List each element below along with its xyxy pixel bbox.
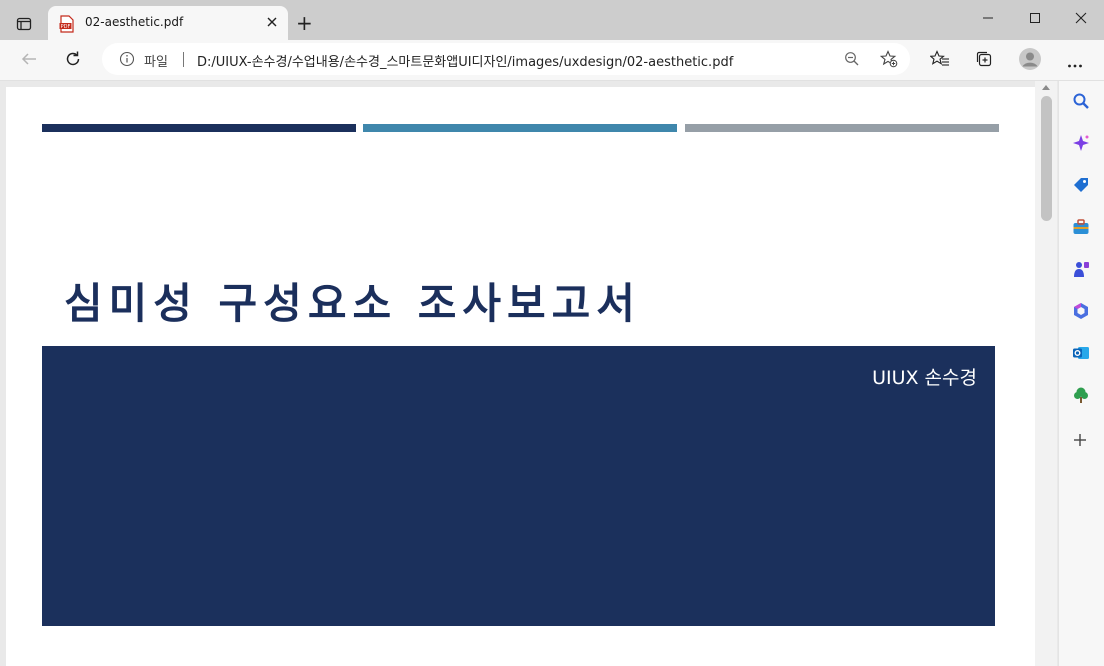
sidebar-search-button[interactable] (1072, 92, 1090, 114)
collections-button[interactable] (975, 50, 993, 72)
add-favorite-icon[interactable] (880, 50, 898, 68)
add-icon (1074, 434, 1086, 446)
security-label: 파일 (144, 55, 168, 70)
new-tab-icon: + (296, 11, 313, 35)
tab-close-button[interactable] (266, 15, 278, 31)
sidebar-copilot-button[interactable] (1072, 134, 1090, 156)
collections-icon (976, 51, 992, 67)
profile-icon (1019, 48, 1041, 70)
tools-icon (1073, 219, 1089, 234)
games-icon (1074, 262, 1089, 277)
tab-active[interactable]: PDF 02-aesthetic.pdf (48, 6, 288, 40)
scroll-thumb[interactable] (1041, 96, 1052, 221)
tree-icon (1074, 387, 1088, 403)
tab-actions-button[interactable] (10, 10, 38, 38)
search-icon (1073, 93, 1089, 109)
maximize-icon (1030, 13, 1040, 23)
address-separator (183, 52, 184, 67)
sidebar-tree-button[interactable] (1072, 386, 1090, 408)
gray-accent-bar (685, 124, 999, 132)
sidebar-tools-button[interactable] (1072, 218, 1090, 240)
sidebar-add-button[interactable] (1072, 432, 1088, 452)
back-button[interactable] (20, 50, 38, 72)
zoom-out-icon[interactable] (844, 51, 860, 67)
tab-bar: PDF 02-aesthetic.pdf + (0, 0, 1104, 40)
refresh-button[interactable] (64, 50, 82, 72)
document-title: 심미성 구성요소 조사보고서 (64, 279, 641, 328)
window-close-button[interactable] (1075, 12, 1087, 28)
teal-accent-bar (363, 124, 677, 132)
close-icon (267, 17, 277, 27)
pdf-icon: PDF (59, 15, 74, 33)
new-tab-button[interactable]: + (296, 13, 313, 33)
shopping-icon (1074, 178, 1088, 192)
sidebar-games-button[interactable] (1072, 260, 1090, 282)
author-label: UIUX 손수경 (872, 367, 977, 389)
sidebar-outlook-button[interactable] (1072, 344, 1090, 366)
tab-title: 02-aesthetic.pdf (85, 15, 184, 29)
favorites-button[interactable] (929, 50, 950, 72)
profile-button[interactable] (1018, 47, 1042, 75)
window-close-icon (1075, 12, 1087, 24)
more-button[interactable] (1067, 54, 1083, 73)
info-icon[interactable] (119, 51, 135, 67)
minimize-icon (983, 17, 993, 19)
copilot-icon (1073, 135, 1089, 151)
pdf-viewer[interactable]: 심미성 구성요소 조사보고서 UIUX 손수경 (0, 81, 1104, 666)
maximize-button[interactable] (1029, 12, 1041, 28)
pdf-icon-label: PDF (61, 24, 71, 30)
vertical-scrollbar[interactable] (1035, 81, 1057, 666)
sidebar-shopping-button[interactable] (1072, 176, 1090, 198)
tab-actions-icon (16, 17, 32, 31)
edge-sidebar (1058, 81, 1104, 666)
favorites-icon (929, 50, 949, 66)
scroll-up-arrow[interactable] (1042, 85, 1050, 90)
more-icon (1068, 64, 1082, 68)
outlook-icon (1073, 347, 1089, 359)
refresh-icon (66, 51, 80, 66)
url-text[interactable]: D:/UIUX-손수경/수업내용/손수경_스마트문화앱UI디자인/images/… (197, 51, 733, 70)
cover-block: UIUX 손수경 (42, 346, 995, 626)
office-icon (1074, 303, 1088, 319)
navy-accent-bar (42, 124, 356, 132)
pdf-page: 심미성 구성요소 조사보고서 UIUX 손수경 (6, 87, 1035, 666)
back-icon (21, 53, 36, 65)
sidebar-office-button[interactable] (1072, 302, 1090, 324)
navigation-toolbar: 파일 D:/UIUX-손수경/수업내용/손수경_스마트문화앱UI디자인/imag… (0, 40, 1104, 81)
address-bar[interactable]: 파일 D:/UIUX-손수경/수업내용/손수경_스마트문화앱UI디자인/imag… (102, 43, 910, 75)
minimize-button[interactable] (982, 12, 994, 28)
